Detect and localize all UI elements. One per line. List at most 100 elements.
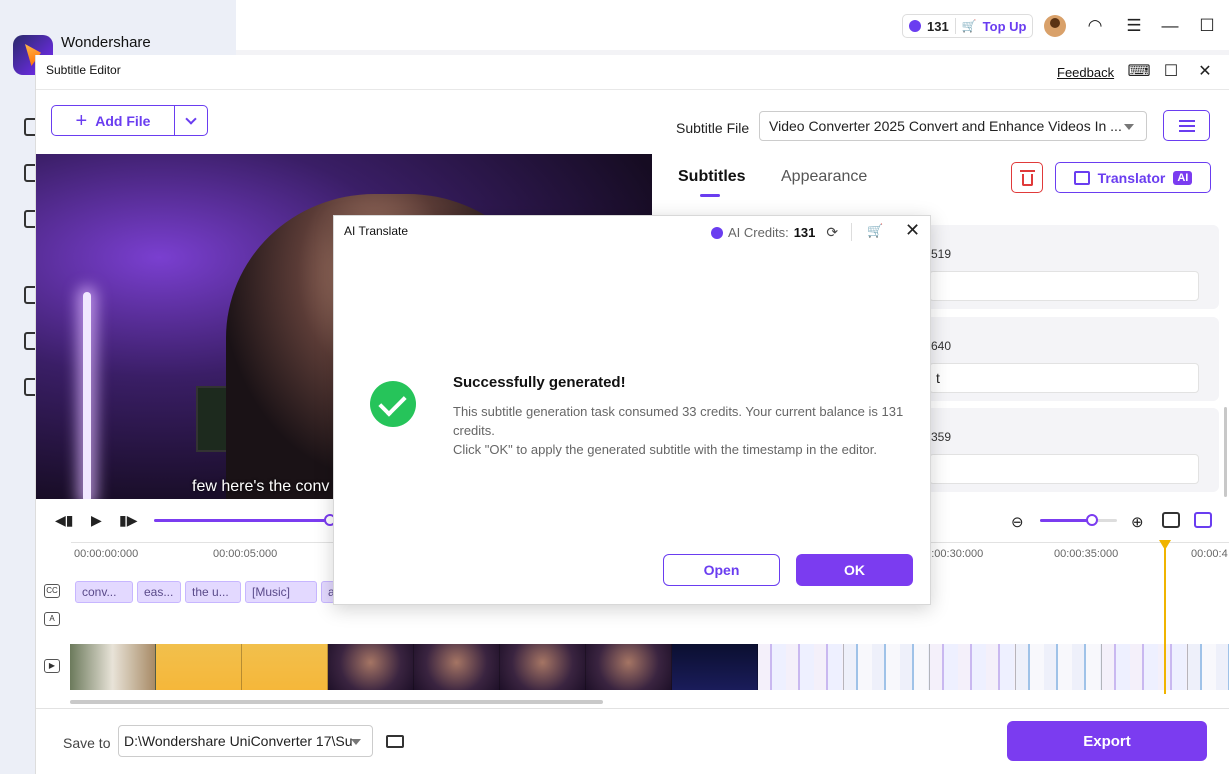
video-thumbnail bbox=[242, 644, 328, 690]
video-track[interactable] bbox=[70, 644, 1229, 690]
close-icon[interactable]: ✕ bbox=[905, 220, 920, 241]
translator-button[interactable]: Translator AI bbox=[1055, 162, 1211, 193]
video-thumbnail bbox=[156, 644, 242, 690]
cart-icon[interactable]: 🛒 bbox=[867, 223, 883, 239]
zoom-in-icon[interactable]: ⊕ bbox=[1131, 513, 1144, 531]
subtitle-track-icon: CC bbox=[44, 584, 60, 598]
ai-translate-dialog: AI Translate AI Credits: 131 ⟳ 🛒 ✕ Succe… bbox=[333, 215, 931, 605]
timeline-scrollbar[interactable] bbox=[70, 700, 603, 704]
add-file-dropdown[interactable] bbox=[175, 106, 207, 135]
credit-coin-icon bbox=[909, 20, 921, 32]
divider bbox=[36, 89, 1229, 90]
account-button[interactable] bbox=[1044, 15, 1066, 37]
save-path-select[interactable]: D:\Wondershare UniConverter 17\Su bbox=[118, 725, 373, 757]
export-button[interactable]: Export bbox=[1007, 721, 1207, 761]
zoom-knob[interactable] bbox=[1086, 514, 1098, 526]
minimize-icon[interactable]: — bbox=[1159, 15, 1181, 37]
top-up-button[interactable]: Top Up bbox=[983, 19, 1027, 34]
open-button[interactable]: Open bbox=[663, 554, 780, 586]
video-thumbnail bbox=[414, 644, 500, 690]
add-file-button[interactable]: + Add File bbox=[51, 105, 208, 136]
dialog-message-line: This subtitle generation task consumed 3… bbox=[453, 404, 904, 438]
text-track-icon: A bbox=[44, 612, 60, 626]
next-frame-icon[interactable]: ▮▶ bbox=[119, 512, 137, 529]
dialog-title: AI Translate bbox=[344, 224, 409, 238]
delete-button[interactable] bbox=[1011, 162, 1043, 193]
zoom-slider[interactable] bbox=[1040, 514, 1117, 526]
subtitle-time: 359 bbox=[931, 430, 952, 444]
ok-button[interactable]: OK bbox=[796, 554, 913, 586]
ruler-tick: 00:00:35:000 bbox=[1054, 548, 1119, 560]
subtitle-clip[interactable]: eas... bbox=[137, 581, 181, 603]
video-thumbnail bbox=[844, 644, 930, 690]
close-icon[interactable]: ✕ bbox=[1195, 61, 1215, 81]
headset-icon[interactable]: ◠ bbox=[1084, 15, 1106, 37]
maximize-icon[interactable]: ☐ bbox=[1196, 15, 1218, 37]
add-file-label: Add File bbox=[95, 112, 151, 129]
credit-count: 131 bbox=[927, 18, 949, 34]
translator-label: Translator bbox=[1097, 169, 1166, 186]
dropdown-arrow-icon bbox=[351, 739, 361, 745]
play-icon[interactable]: ▶ bbox=[91, 512, 102, 529]
divider bbox=[36, 708, 1229, 709]
subtitle-time: 640 bbox=[931, 339, 952, 353]
subtitle-list-scrollbar[interactable] bbox=[1224, 407, 1227, 497]
subtitle-text-field[interactable]: t bbox=[929, 363, 1199, 393]
video-thumbnail bbox=[500, 644, 586, 690]
video-thumbnail bbox=[1016, 644, 1102, 690]
maximize-icon[interactable]: ☐ bbox=[1161, 61, 1181, 81]
subtitle-clip[interactable]: the u... bbox=[185, 581, 241, 603]
list-icon bbox=[1178, 119, 1195, 132]
divider bbox=[851, 223, 852, 241]
video-thumbnail bbox=[758, 644, 844, 690]
credit-balance[interactable]: 131 🛒 Top Up bbox=[902, 14, 1034, 38]
ai-credits-label: AI Credits: bbox=[728, 225, 789, 240]
app-name: Wondershare bbox=[61, 34, 151, 51]
video-thumbnail bbox=[586, 644, 672, 690]
subtitle-file-value: Video Converter 2025 Convert and Enhance… bbox=[769, 118, 1122, 134]
subtitle-file-label: Subtitle File bbox=[676, 120, 750, 136]
ruler-tick: 00:00:00:000 bbox=[74, 548, 139, 560]
translate-icon bbox=[1073, 170, 1090, 185]
save-to-label: Save to bbox=[63, 735, 111, 751]
video-thumbnail bbox=[930, 644, 1016, 690]
playback-progress[interactable] bbox=[154, 514, 336, 526]
cart-icon: 🛒 bbox=[961, 19, 977, 33]
success-check-icon bbox=[370, 381, 416, 427]
subtitle-text-field[interactable] bbox=[929, 271, 1199, 301]
subtitle-clip[interactable]: conv... bbox=[75, 581, 133, 603]
dialog-message-line: Click "OK" to apply the generated subtit… bbox=[453, 442, 878, 457]
tab-appearance[interactable]: Appearance bbox=[781, 168, 867, 186]
playhead[interactable] bbox=[1159, 540, 1171, 694]
video-track-icon: ▶ bbox=[44, 659, 60, 673]
tab-subtitles[interactable]: Subtitles bbox=[678, 168, 746, 197]
main-topbar bbox=[236, 0, 1229, 50]
ruler-tick: 00:00:05:000 bbox=[213, 548, 278, 560]
video-caption: few here's the conv bbox=[192, 478, 330, 495]
chevron-down-icon bbox=[185, 112, 197, 125]
plus-icon: + bbox=[75, 109, 88, 132]
refresh-icon[interactable]: ⟳ bbox=[826, 224, 838, 241]
feedback-link[interactable]: Feedback bbox=[1057, 65, 1114, 80]
video-thumbnail bbox=[672, 644, 758, 690]
subtitle-clip[interactable]: [Music] bbox=[245, 581, 317, 603]
folder-icon[interactable] bbox=[386, 735, 404, 748]
dialog-message: This subtitle generation task consumed 3… bbox=[453, 402, 918, 459]
previous-frame-icon[interactable]: ◀▮ bbox=[55, 512, 73, 529]
keyboard-icon[interactable]: ⌨ bbox=[1127, 61, 1150, 81]
dropdown-arrow-icon bbox=[1124, 124, 1134, 130]
subtitle-time: 519 bbox=[931, 247, 952, 261]
video-thumbnail bbox=[1102, 644, 1188, 690]
fit-timeline-icon[interactable] bbox=[1162, 512, 1180, 528]
add-file-main[interactable]: + Add File bbox=[52, 106, 175, 135]
timeline-settings-icon[interactable] bbox=[1194, 512, 1212, 528]
zoom-out-icon[interactable]: ⊖ bbox=[1011, 513, 1024, 531]
ai-credits: AI Credits: 131 ⟳ bbox=[711, 224, 838, 241]
menu-icon[interactable]: ☰ bbox=[1123, 15, 1145, 37]
credit-coin-icon bbox=[711, 226, 723, 239]
dialog-heading: Successfully generated! bbox=[453, 374, 626, 391]
save-path-value: D:\Wondershare UniConverter 17\Su bbox=[124, 733, 353, 749]
subtitle-file-select[interactable]: Video Converter 2025 Convert and Enhance… bbox=[759, 111, 1147, 141]
subtitle-text-field[interactable] bbox=[929, 454, 1199, 484]
subtitle-list-button[interactable] bbox=[1163, 110, 1210, 141]
